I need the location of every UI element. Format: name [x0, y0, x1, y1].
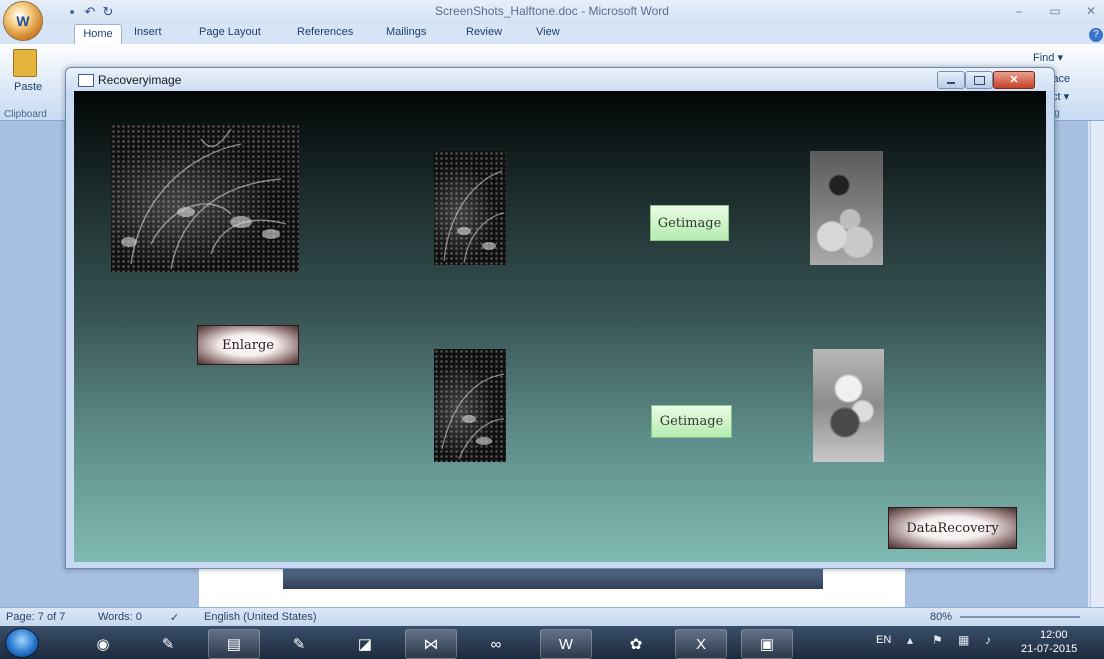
tab-home[interactable]: Home [74, 24, 122, 45]
chrome-icon[interactable]: ◉ [77, 629, 129, 659]
vertical-scrollbar[interactable] [1090, 121, 1104, 607]
page-count[interactable]: Page: 7 of 7 [6, 611, 65, 623]
getimage-button-1[interactable]: Getimage [650, 205, 729, 241]
proofing-icon[interactable]: ✓ [170, 611, 179, 624]
find-button[interactable]: Find ▾ [1033, 51, 1063, 64]
tools-icon-2[interactable]: ✎ [273, 629, 325, 659]
help-icon[interactable]: ? [1089, 28, 1103, 42]
office-button[interactable]: W [4, 2, 42, 40]
window-title: ScreenShots_Halftone.doc - Microsoft Wor… [435, 4, 669, 18]
volume-icon[interactable]: ♪ [985, 633, 991, 647]
status-bar: Page: 7 of 7 Words: 0 ✓ English (United … [0, 607, 1104, 626]
excel-icon[interactable]: X [675, 629, 727, 659]
dialog-minimize-button[interactable] [937, 71, 965, 89]
tab-insert[interactable]: Insert [134, 26, 162, 38]
share-image-2 [434, 349, 506, 462]
clipboard-group-label: Clipboard [4, 109, 47, 120]
start-orb-icon[interactable] [6, 629, 38, 657]
clock-time[interactable]: 12:00 [1040, 629, 1068, 641]
close-button[interactable]: ✕ [1080, 3, 1102, 19]
tools-icon[interactable]: ✎ [142, 629, 194, 659]
embedded-screenshot [283, 567, 823, 589]
input-language[interactable]: EN [876, 634, 891, 646]
data-recovery-button[interactable]: DataRecovery [888, 507, 1017, 549]
tab-page-layout[interactable]: Page Layout [199, 26, 261, 38]
tray-expand-icon[interactable]: ▴ [907, 633, 913, 647]
dialog-title: Recoveryimage [98, 73, 182, 87]
action-center-icon[interactable]: ⚑ [932, 633, 943, 647]
language-indicator[interactable]: English (United States) [204, 611, 317, 623]
recovery-image-window: Recoveryimage ✕ Enlarge Getimage Getimag… [65, 67, 1055, 569]
zoom-level[interactable]: 80% [930, 611, 952, 623]
getimage-button-2[interactable]: Getimage [651, 405, 732, 438]
tab-view[interactable]: View [536, 26, 560, 38]
word-count[interactable]: Words: 0 [98, 611, 142, 623]
dialog-title-bar: Recoveryimage ✕ [66, 68, 1054, 91]
network-icon[interactable]: ∞ [470, 629, 522, 659]
paint-icon[interactable]: ✿ [610, 629, 662, 659]
ribbon-tabs: Home Insert Page Layout References Maili… [44, 24, 1104, 45]
original-halftone-image [111, 124, 299, 272]
minimize-button[interactable]: – [1008, 3, 1030, 19]
dialog-close-button[interactable]: ✕ [993, 71, 1035, 89]
dialog-canvas: Enlarge Getimage Getimage DataRecovery [74, 91, 1046, 562]
share-image-1 [434, 151, 506, 265]
network-tray-icon[interactable]: ▦ [958, 633, 969, 647]
enlarge-button[interactable]: Enlarge [197, 325, 299, 365]
zoom-slider[interactable] [960, 616, 1080, 618]
recovered-image-1 [810, 151, 883, 265]
paste-label[interactable]: Paste [14, 81, 42, 93]
tab-review[interactable]: Review [466, 26, 502, 38]
clock-date[interactable]: 21-07-2015 [1021, 643, 1077, 655]
notes-icon[interactable]: ◪ [339, 629, 391, 659]
window-app-icon [78, 74, 94, 87]
restore-button[interactable]: ▭ [1044, 3, 1066, 19]
dialog-maximize-button[interactable] [965, 71, 993, 89]
tab-mailings[interactable]: Mailings [386, 26, 426, 38]
recovered-image-2 [813, 349, 884, 462]
folder-icon[interactable]: ▤ [208, 629, 260, 659]
paste-icon[interactable] [13, 49, 37, 77]
app-window-icon[interactable]: ▣ [741, 629, 793, 659]
tab-references[interactable]: References [297, 26, 353, 38]
visual-studio-icon[interactable]: ⋈ [405, 629, 457, 659]
office-orb-icon: W [16, 13, 30, 29]
word-icon[interactable]: W [540, 629, 592, 659]
